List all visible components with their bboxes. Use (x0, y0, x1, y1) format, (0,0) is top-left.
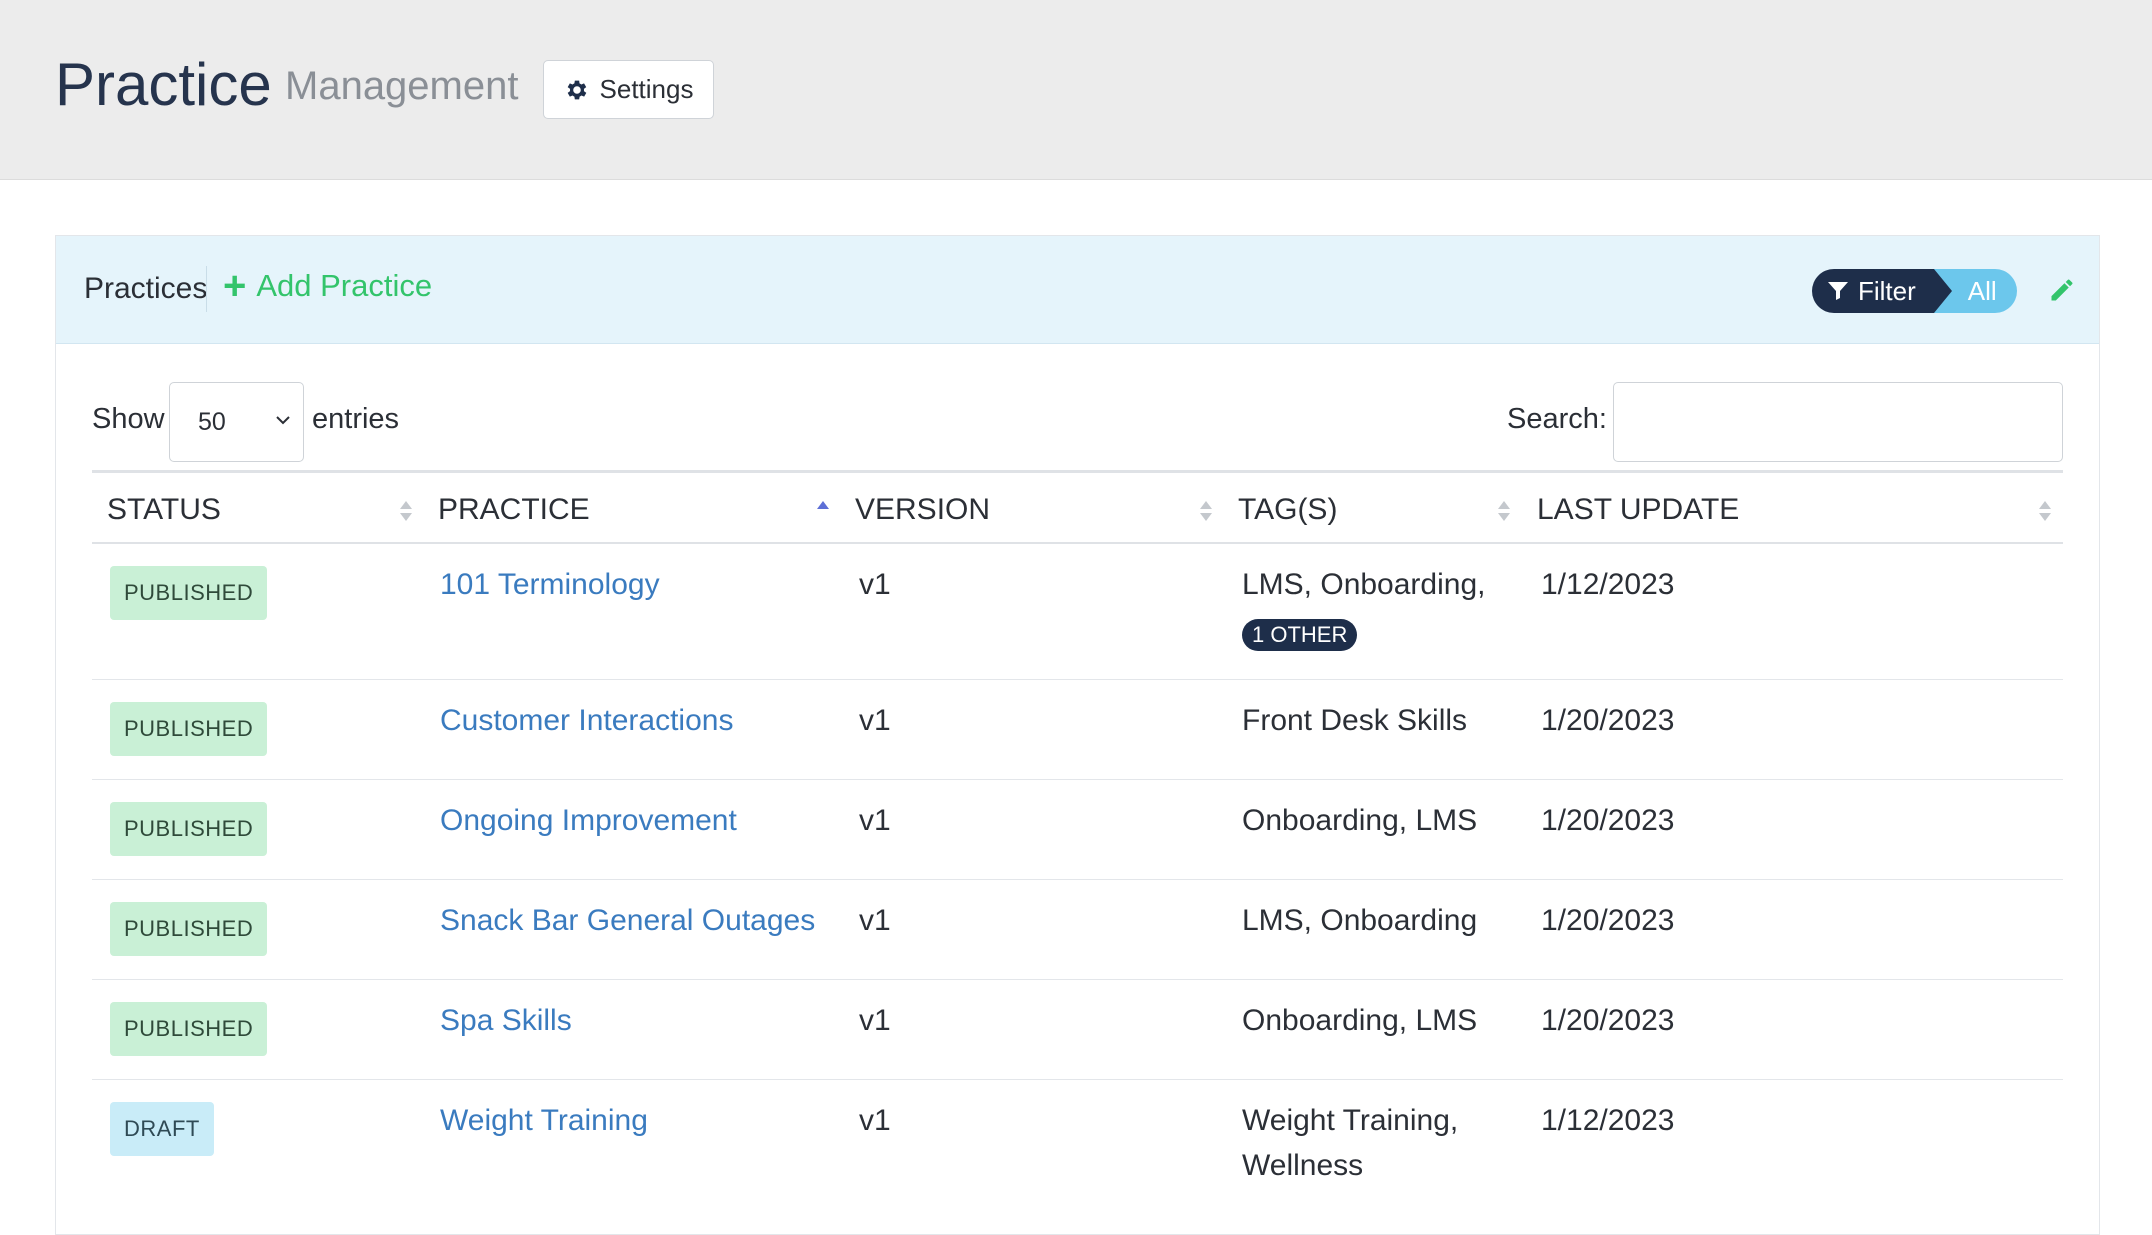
practice-link[interactable]: Customer Interactions (440, 698, 733, 743)
tags-text: Onboarding, LMS (1242, 804, 1478, 837)
practice-link[interactable]: Ongoing Improvement (440, 798, 737, 843)
last-update-text: 1/20/2023 (1541, 1004, 1675, 1037)
chevron-down-icon (276, 416, 290, 425)
page-title: Practice (55, 51, 272, 118)
settings-button[interactable]: Settings (543, 60, 714, 119)
column-version[interactable]: VERSION (855, 493, 990, 527)
add-practice-button[interactable]: + Add Practice (223, 264, 433, 308)
table-row[interactable]: DRAFT Weight Training v1 Weight Training… (92, 1080, 2063, 1200)
version-text: v1 (859, 1104, 891, 1137)
status-badge: DRAFT (110, 1102, 214, 1156)
status-badge: PUBLISHED (110, 702, 268, 756)
tags-text: LMS, Onboarding (1242, 904, 1478, 937)
column-tags[interactable]: TAG(S) (1238, 493, 1337, 527)
last-update-text: 1/20/2023 (1541, 804, 1675, 837)
filter-toggle[interactable]: Filter All (1812, 269, 2017, 313)
version-text: v1 (859, 804, 891, 837)
practice-link[interactable]: 101 Terminology (440, 562, 660, 607)
pencil-icon[interactable] (2048, 276, 2076, 304)
entries-label: entries (312, 403, 400, 435)
sort-ascending-icon[interactable] (815, 495, 831, 525)
other-tags-badge[interactable]: 1 OTHER (1242, 619, 1358, 651)
status-badge: PUBLISHED (110, 1002, 268, 1056)
status-badge: PUBLISHED (110, 566, 268, 620)
divider (206, 266, 207, 312)
tags-text: LMS, Onboarding, (1242, 568, 1486, 601)
version-text: v1 (859, 568, 891, 601)
table-row[interactable]: PUBLISHED 101 Terminology v1 LMS, Onboar… (92, 544, 2063, 680)
last-update-text: 1/12/2023 (1541, 568, 1675, 601)
column-practice[interactable]: PRACTICE (438, 493, 590, 527)
sort-icon[interactable] (1198, 495, 1214, 525)
show-label: Show (92, 403, 165, 435)
plus-icon: + (223, 264, 247, 308)
filter-button[interactable]: Filter (1812, 269, 1952, 313)
sort-icon[interactable] (2037, 495, 2053, 525)
search-label: Search: (1507, 403, 1607, 435)
filter-label: Filter (1858, 275, 1916, 306)
table-row[interactable]: PUBLISHED Spa Skills v1 Onboarding, LMS … (92, 980, 2063, 1080)
version-text: v1 (859, 904, 891, 937)
status-badge: PUBLISHED (110, 802, 268, 856)
last-update-text: 1/12/2023 (1541, 1104, 1675, 1137)
practices-table: STATUS PRACTICE VERSION TAG(S) LAST UPDA… (92, 470, 2063, 1200)
column-status[interactable]: STATUS (107, 493, 221, 527)
tags-text: Weight Training, (1242, 1104, 1459, 1137)
tags-text: Front Desk Skills (1242, 704, 1468, 737)
tags-more: 1 OTHER (1242, 610, 1358, 655)
filter-icon (1828, 282, 1848, 300)
sort-icon[interactable] (1496, 495, 1512, 525)
version-text: v1 (859, 704, 891, 737)
last-update-text: 1/20/2023 (1541, 904, 1675, 937)
table-row[interactable]: PUBLISHED Ongoing Improvement v1 Onboard… (92, 780, 2063, 880)
page-header: Practice Management Settings (0, 0, 2152, 180)
practice-link[interactable]: Spa Skills (440, 998, 572, 1043)
gear-icon (567, 80, 586, 99)
table-row[interactable]: PUBLISHED Snack Bar General Outages v1 L… (92, 880, 2063, 980)
version-text: v1 (859, 1004, 891, 1037)
tags-text: Onboarding, LMS (1242, 1004, 1478, 1037)
add-practice-label: Add Practice (256, 268, 433, 303)
table-header: STATUS PRACTICE VERSION TAG(S) LAST UPDA… (92, 470, 2063, 544)
status-badge: PUBLISHED (110, 902, 268, 956)
search-input[interactable] (1613, 382, 2063, 462)
column-last-update[interactable]: LAST UPDATE (1537, 493, 1739, 527)
page-subtitle: Management (285, 64, 519, 108)
panel-title: Practices (84, 272, 208, 305)
tags-text-line2: Wellness (1242, 1149, 1364, 1182)
entries-select[interactable]: 50 (169, 382, 304, 462)
sort-icon[interactable] (398, 495, 414, 525)
practice-link[interactable]: Weight Training (440, 1098, 648, 1143)
settings-label: Settings (599, 74, 694, 104)
practice-link[interactable]: Snack Bar General Outages (440, 898, 815, 943)
last-update-text: 1/20/2023 (1541, 704, 1675, 737)
table-row[interactable]: PUBLISHED Customer Interactions v1 Front… (92, 680, 2063, 780)
panel-header: Practices + Add Practice Filter All (56, 236, 2099, 344)
entries-value: 50 (198, 407, 226, 436)
